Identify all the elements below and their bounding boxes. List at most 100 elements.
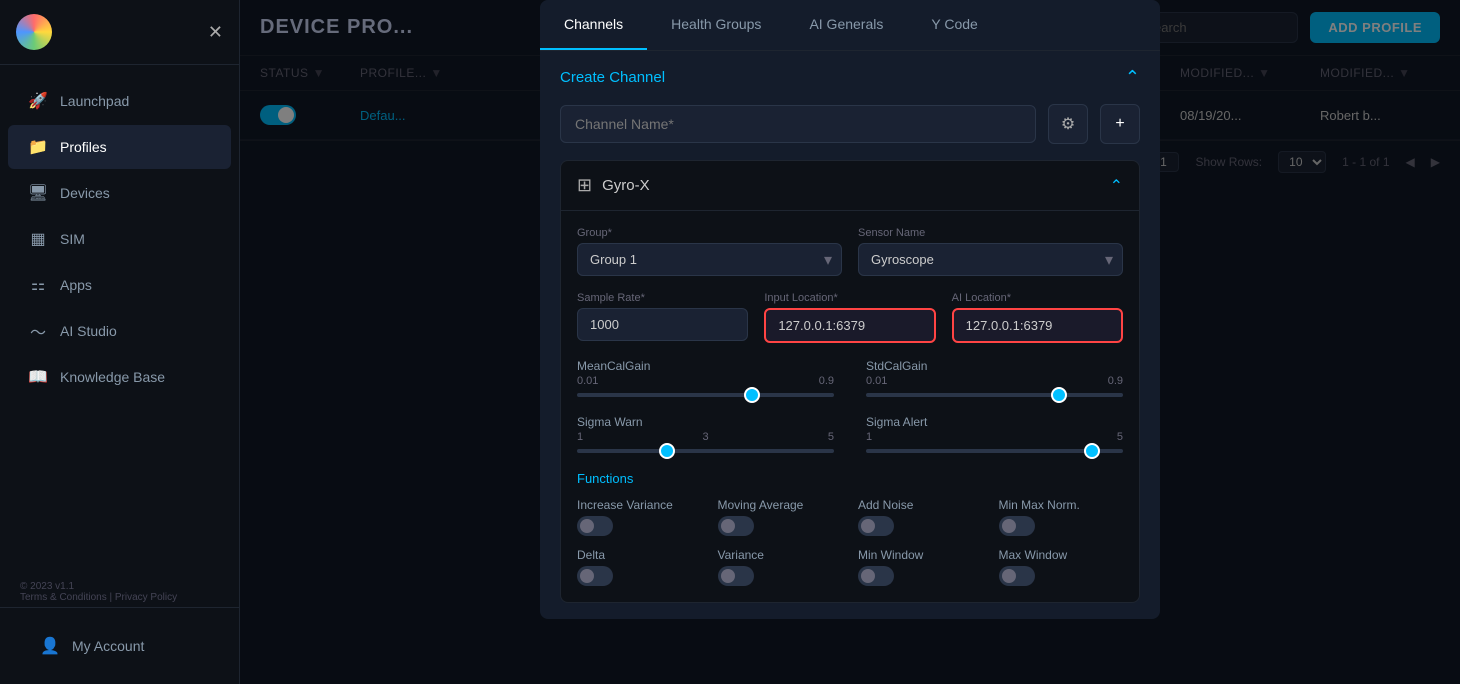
channel-name-row: ⚙ +	[540, 104, 1160, 160]
toggle-delta[interactable]	[577, 566, 613, 586]
sensor-select-wrapper: Gyroscope	[858, 243, 1123, 276]
toggle-increase-variance[interactable]	[577, 516, 613, 536]
functions-title: Functions	[577, 471, 1123, 486]
channel-chevron-up-icon[interactable]: ⌃	[1110, 176, 1123, 196]
sample-rate-input[interactable]	[577, 308, 748, 341]
channel-card-body: Group* Group 1 Sensor Name G	[561, 211, 1139, 471]
sigma-warn-min: 1	[577, 431, 583, 443]
modal-overlay: Channels Health Groups AI Generals Y Cod…	[240, 0, 1460, 684]
ai-location-input[interactable]	[952, 308, 1123, 343]
input-location-input[interactable]	[764, 308, 935, 343]
sigma-alert-label: Sigma Alert	[866, 415, 1123, 429]
close-icon[interactable]: ✕	[208, 22, 223, 43]
sidebar-item-label: AI Studio	[60, 323, 117, 339]
chevron-up-icon: ⌃	[1125, 67, 1140, 88]
add-channel-button[interactable]: +	[1100, 104, 1140, 144]
launchpad-icon: 🚀	[28, 91, 48, 111]
slider-row-2: Sigma Warn 1 3 5 Sigma Alert	[577, 415, 1123, 455]
sigma-alert-min: 1	[866, 431, 872, 443]
std-cal-gain-label: StdCalGain	[866, 359, 1123, 373]
sigma-warn-mid: 3	[702, 431, 708, 443]
ai-location-label: AI Location*	[952, 292, 1123, 304]
sidebar-logo: ✕	[0, 0, 239, 65]
sidebar-item-profiles[interactable]: 📁 Profiles	[8, 125, 231, 169]
sidebar-item-my-account[interactable]: 👤 My Account	[20, 624, 219, 668]
sidebar-item-apps[interactable]: ⚏ Apps	[8, 263, 231, 307]
function-variance: Variance	[718, 548, 843, 586]
sensor-label: Sensor Name	[858, 227, 1123, 239]
functions-section: Functions Increase Variance Moving Avera…	[561, 471, 1139, 602]
sidebar-item-devices[interactable]: 🖥 Devices	[8, 171, 231, 215]
tab-y-code[interactable]: Y Code	[907, 0, 1001, 50]
drag-handle-icon: ⊞	[577, 175, 592, 196]
sensor-select[interactable]: Gyroscope	[858, 243, 1123, 276]
slider-row-1: MeanCalGain 0.01 0.9 StdCalGain	[577, 359, 1123, 399]
sidebar: ✕ 🚀 Launchpad 📁 Profiles 🖥 Devices ▦ SIM…	[0, 0, 240, 684]
functions-grid: Increase Variance Moving Average Add Noi…	[577, 498, 1123, 586]
mean-cal-gain-group: MeanCalGain 0.01 0.9	[577, 359, 834, 399]
sidebar-item-ai-studio[interactable]: 〜 AI Studio	[8, 309, 231, 353]
my-account-icon: 👤	[40, 636, 60, 656]
sensor-field: Sensor Name Gyroscope	[858, 227, 1123, 276]
function-max-window: Max Window	[999, 548, 1124, 586]
toggle-max-window[interactable]	[999, 566, 1035, 586]
toggle-variance[interactable]	[718, 566, 754, 586]
sigma-alert-max: 5	[1117, 431, 1123, 443]
group-select-wrapper: Group 1	[577, 243, 842, 276]
create-channel-title: Create Channel	[560, 69, 665, 86]
settings-button[interactable]: ⚙	[1048, 104, 1088, 144]
input-location-field: Input Location*	[764, 292, 935, 343]
std-cal-gain-min: 0.01	[866, 375, 887, 387]
knowledge-base-icon: 📖	[28, 367, 48, 387]
sidebar-item-label: Apps	[60, 277, 92, 293]
sidebar-item-sim[interactable]: ▦ SIM	[8, 217, 231, 261]
mean-cal-gain-thumb[interactable]	[744, 387, 760, 403]
tab-health-groups[interactable]: Health Groups	[647, 0, 785, 50]
sidebar-footer-label: My Account	[72, 638, 144, 654]
ai-location-field: AI Location*	[952, 292, 1123, 343]
apps-icon: ⚏	[28, 275, 48, 295]
std-cal-gain-thumb[interactable]	[1051, 387, 1067, 403]
toggle-add-noise[interactable]	[858, 516, 894, 536]
channel-card-title-row: ⊞ Gyro-X	[577, 175, 650, 196]
create-channel-header[interactable]: Create Channel ⌃	[540, 51, 1160, 104]
group-field: Group* Group 1	[577, 227, 842, 276]
sigma-alert-thumb[interactable]	[1084, 443, 1100, 459]
sample-rate-field: Sample Rate*	[577, 292, 748, 343]
sidebar-item-label: SIM	[60, 231, 85, 247]
mean-cal-gain-label: MeanCalGain	[577, 359, 834, 373]
channel-card-header: ⊞ Gyro-X ⌃	[561, 161, 1139, 211]
sidebar-item-knowledge-base[interactable]: 📖 Knowledge Base	[8, 355, 231, 399]
tab-channels[interactable]: Channels	[540, 0, 647, 50]
devices-icon: 🖥	[28, 183, 48, 203]
channel-card-title: Gyro-X	[602, 177, 650, 194]
mean-cal-gain-track[interactable]	[577, 393, 834, 397]
sidebar-item-launchpad[interactable]: 🚀 Launchpad	[8, 79, 231, 123]
toggle-min-window[interactable]	[858, 566, 894, 586]
function-min-window: Min Window	[858, 548, 983, 586]
ai-studio-icon: 〜	[28, 321, 48, 341]
sigma-alert-track[interactable]	[866, 449, 1123, 453]
sidebar-version: © 2023 v1.1 Terms & Conditions | Privacy…	[0, 573, 239, 607]
function-min-max-norm: Min Max Norm.	[999, 498, 1124, 536]
function-increase-variance: Increase Variance	[577, 498, 702, 536]
sigma-warn-track[interactable]	[577, 449, 834, 453]
mean-cal-gain-min: 0.01	[577, 375, 598, 387]
sigma-warn-label: Sigma Warn	[577, 415, 834, 429]
sidebar-item-label: Profiles	[60, 139, 107, 155]
profiles-icon: 📁	[28, 137, 48, 157]
sigma-warn-group: Sigma Warn 1 3 5	[577, 415, 834, 455]
channel-card: ⊞ Gyro-X ⌃ Group* Group 1	[560, 160, 1140, 603]
main-content: DEVICE PRO... 🔍 ADD PROFILE STATUS ▼ PRO…	[240, 0, 1460, 684]
function-moving-average: Moving Average	[718, 498, 843, 536]
toggle-moving-average[interactable]	[718, 516, 754, 536]
sigma-warn-max: 5	[828, 431, 834, 443]
group-select[interactable]: Group 1	[577, 243, 842, 276]
std-cal-gain-track[interactable]	[866, 393, 1123, 397]
toggle-min-max-norm[interactable]	[999, 516, 1035, 536]
sigma-warn-thumb[interactable]	[659, 443, 675, 459]
channel-name-input[interactable]	[560, 105, 1036, 143]
sidebar-nav: 🚀 Launchpad 📁 Profiles 🖥 Devices ▦ SIM ⚏…	[0, 65, 239, 573]
tab-ai-generals[interactable]: AI Generals	[785, 0, 907, 50]
input-location-label: Input Location*	[764, 292, 935, 304]
